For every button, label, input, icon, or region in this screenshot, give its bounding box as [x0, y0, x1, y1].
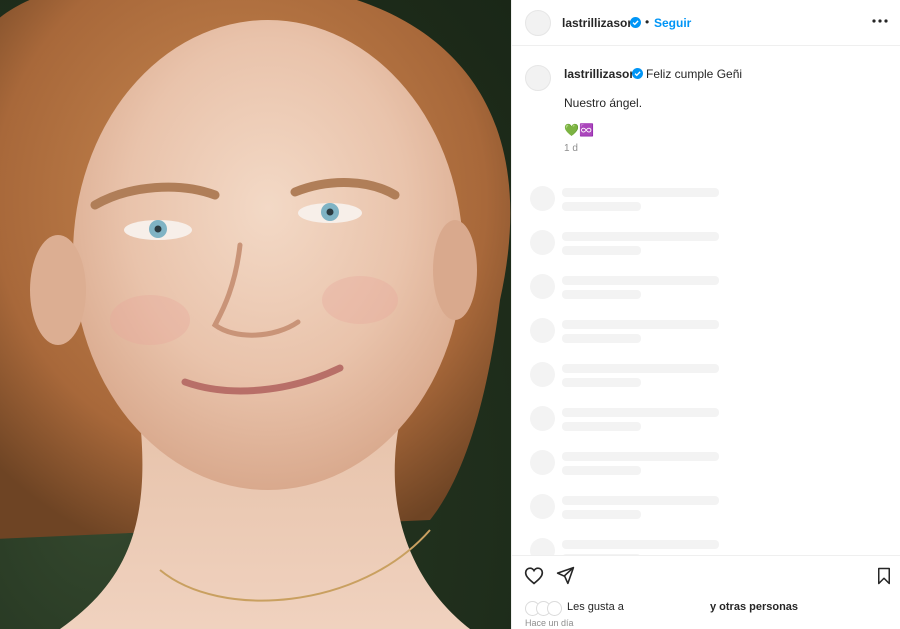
author-username[interactable]: lastrillizasoro [562, 16, 639, 30]
caption-emojis: 💚♾️ [564, 123, 594, 137]
post-actions: Les gusta a y otras personas Hace un día [512, 555, 900, 629]
likes-suffix[interactable]: y otras personas [710, 601, 798, 613]
post-photo[interactable] [0, 0, 511, 629]
caption-username[interactable]: lastrillizasoro [564, 67, 641, 81]
post-date[interactable]: Hace un día [525, 618, 574, 628]
caption-time: 1 d [564, 143, 578, 154]
more-options-icon[interactable] [871, 14, 889, 28]
author-avatar[interactable] [525, 10, 551, 36]
follow-button[interactable]: Seguir [654, 16, 691, 30]
bookmark-icon[interactable] [876, 567, 892, 585]
likes-prefix: Les gusta a [567, 601, 624, 613]
heart-icon[interactable] [524, 566, 544, 585]
post-panel: lastrillizasoro • Seguir lastrillizasoro… [511, 0, 900, 629]
caption-avatar[interactable] [525, 65, 551, 91]
header-separator: • [645, 15, 650, 29]
caption-line-2: Nuestro ángel. [564, 96, 643, 110]
likes-summary[interactable]: Les gusta a y otras personas [567, 601, 798, 613]
post-header: lastrillizasoro • Seguir [512, 0, 900, 46]
likes-avatars[interactable] [525, 601, 569, 616]
liker-avatar [547, 601, 562, 616]
verified-badge-icon [630, 17, 641, 28]
share-icon[interactable] [556, 566, 575, 585]
verified-badge-icon [632, 68, 643, 79]
caption-line-1: Feliz cumple Geñi [646, 67, 743, 81]
portrait-image [0, 0, 511, 629]
